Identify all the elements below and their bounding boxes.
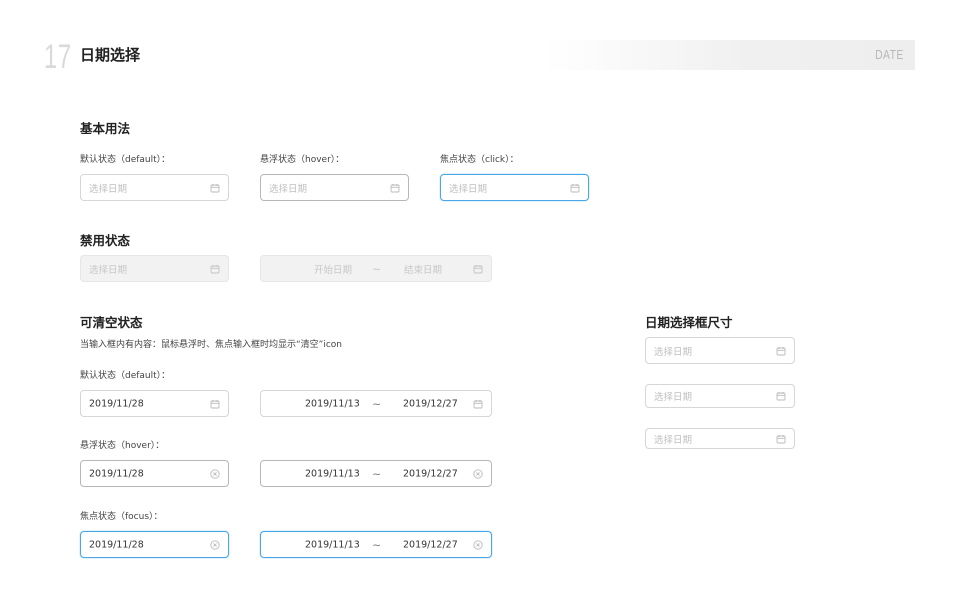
date-input-value: 2019/11/28 bbox=[89, 398, 144, 409]
section-title-sizes: 日期选择框尺寸 bbox=[645, 315, 733, 330]
range-start-value: 2019/11/13 bbox=[305, 539, 360, 550]
calendar-icon bbox=[570, 183, 580, 193]
date-input-placeholder: 选择日期 bbox=[449, 183, 488, 195]
range-start-value: 2019/11/13 bbox=[305, 398, 360, 409]
range-start-value: 2019/11/13 bbox=[305, 468, 360, 479]
date-picker-basic-hover[interactable]: 选择日期 bbox=[260, 174, 409, 201]
label-basic-click: 焦点状态（click）： bbox=[440, 155, 519, 165]
label-basic-hover: 悬浮状态（hover）： bbox=[260, 155, 345, 165]
clear-circle-icon[interactable] bbox=[210, 468, 220, 479]
label-clearable-default: 默认状态（default）： bbox=[80, 371, 171, 381]
range-end-placeholder: 结束日期 bbox=[404, 264, 443, 276]
date-input-value: 2019/11/28 bbox=[89, 468, 144, 479]
calendar-icon bbox=[473, 264, 483, 274]
range-separator: ~ bbox=[372, 397, 382, 410]
calendar-icon bbox=[776, 391, 786, 401]
date-input-placeholder: 选择日期 bbox=[654, 392, 693, 403]
calendar-icon bbox=[390, 183, 400, 193]
date-picker-size-small[interactable]: 选择日期 bbox=[645, 428, 795, 449]
date-input-placeholder: 选择日期 bbox=[89, 183, 128, 195]
date-input-placeholder: 选择日期 bbox=[654, 434, 693, 446]
section-title-basic: 基本用法 bbox=[80, 121, 131, 136]
section-title-clearable: 可清空状态 bbox=[80, 315, 143, 330]
range-separator: ~ bbox=[372, 262, 382, 275]
date-range-picker-clearable-default[interactable]: 2019/11/13 ~ 2019/12/27 bbox=[260, 390, 492, 417]
clear-circle-icon[interactable] bbox=[473, 468, 483, 479]
header-tag: DATE bbox=[875, 47, 904, 62]
calendar-icon bbox=[776, 346, 786, 356]
date-picker-basic-click[interactable]: 选择日期 bbox=[440, 174, 589, 201]
date-picker-basic-default[interactable]: 选择日期 bbox=[80, 174, 229, 201]
range-separator: ~ bbox=[372, 467, 382, 480]
date-input-value: 2019/11/28 bbox=[89, 539, 144, 550]
date-range-picker-clearable-hover[interactable]: 2019/11/13 ~ 2019/12/27 bbox=[260, 460, 492, 487]
label-basic-default: 默认状态（default）： bbox=[80, 155, 171, 165]
page-number: 17 bbox=[44, 38, 72, 76]
range-start-placeholder: 开始日期 bbox=[314, 264, 353, 276]
calendar-icon bbox=[210, 183, 220, 193]
range-end-value: 2019/12/27 bbox=[403, 398, 458, 409]
date-input-placeholder: 选择日期 bbox=[89, 264, 128, 276]
section-title-disabled: 禁用状态 bbox=[80, 233, 131, 248]
range-end-value: 2019/12/27 bbox=[403, 468, 458, 479]
date-picker-clearable-hover[interactable]: 2019/11/28 bbox=[80, 460, 229, 487]
date-range-picker-clearable-focus[interactable]: 2019/11/13 ~ 2019/12/27 bbox=[260, 531, 492, 558]
clear-circle-icon[interactable] bbox=[210, 539, 220, 550]
header-band bbox=[545, 40, 915, 70]
clearable-description: 当输入框内有内容：鼠标悬浮时、焦点输入框时均显示“清空”icon bbox=[80, 340, 342, 350]
calendar-icon bbox=[473, 399, 483, 409]
date-input-placeholder: 选择日期 bbox=[654, 346, 693, 358]
date-input-placeholder: 选择日期 bbox=[269, 183, 308, 195]
calendar-icon bbox=[776, 434, 786, 444]
label-clearable-hover: 悬浮状态（hover）： bbox=[80, 441, 165, 451]
date-picker-clearable-default[interactable]: 2019/11/28 bbox=[80, 390, 229, 417]
range-separator: ~ bbox=[372, 538, 382, 551]
page-title: 日期选择 bbox=[80, 46, 141, 64]
calendar-icon bbox=[210, 264, 220, 274]
range-end-value: 2019/12/27 bbox=[403, 539, 458, 550]
calendar-icon bbox=[210, 399, 220, 409]
date-picker-disabled: 选择日期 bbox=[80, 255, 229, 282]
clear-circle-icon[interactable] bbox=[473, 539, 483, 550]
date-picker-clearable-focus[interactable]: 2019/11/28 bbox=[80, 531, 229, 558]
date-range-picker-disabled: 开始日期 ~ 结束日期 bbox=[260, 255, 492, 282]
label-clearable-focus: 焦点状态（focus）： bbox=[80, 512, 163, 522]
date-picker-size-large[interactable]: 选择日期 bbox=[645, 337, 795, 364]
date-picker-size-medium[interactable]: 选择日期 bbox=[645, 384, 795, 408]
